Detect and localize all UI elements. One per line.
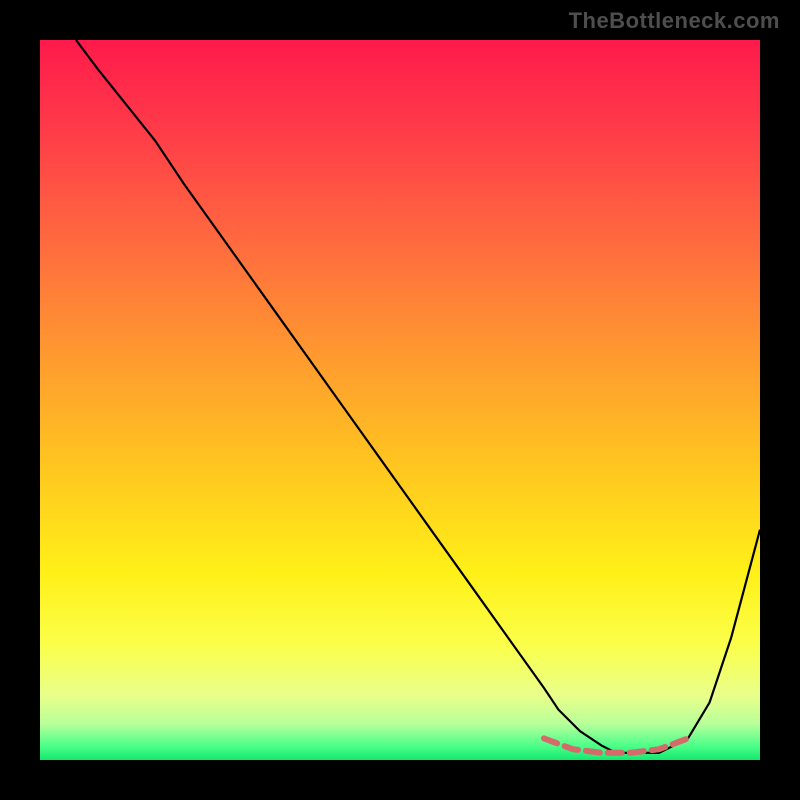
bottleneck-chart bbox=[40, 40, 760, 760]
watermark-text: TheBottleneck.com bbox=[569, 8, 780, 34]
